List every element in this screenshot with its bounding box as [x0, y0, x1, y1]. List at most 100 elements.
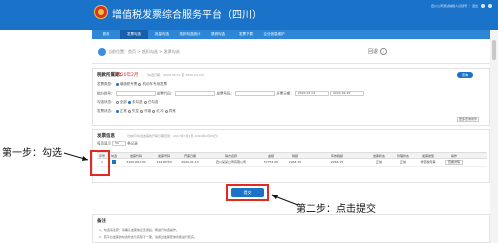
header-icons: [481, 4, 492, 8]
invoice-status-radio-void[interactable]: [140, 109, 144, 113]
invoice-number-input[interactable]: [235, 91, 276, 96]
main-nav: 首页 发票勾选 批量勾选 抵扣勾选统计 退税勾选 发票下载 企业信息维护: [92, 30, 498, 39]
step2-arrowhead-icon: [272, 195, 278, 199]
invoice-status-radio-normal[interactable]: [115, 109, 119, 113]
nav-item-company[interactable]: 企业信息维护: [260, 30, 288, 39]
row-select-checkbox[interactable]: [112, 160, 116, 164]
row-action-cell: 查看详情: [441, 159, 467, 166]
invoice-status-radio-red[interactable]: [152, 109, 156, 113]
user-icon[interactable]: [481, 4, 485, 8]
date-label: 开票日期：: [276, 91, 294, 96]
status-radio-unselected[interactable]: [127, 100, 131, 104]
invoice-type-row: 发票类型： 增值税专票 机动车专用发票: [97, 82, 167, 87]
nav-item-download[interactable]: 发票下载: [232, 30, 260, 39]
more-conditions-button[interactable]: 更多查询条件: [457, 117, 479, 122]
back-arrow-icon: ‹: [380, 48, 388, 55]
scrollbar-thumb[interactable]: [492, 40, 496, 60]
notes-title: 备注: [97, 219, 106, 224]
col-invoice-date: 开票日期: [183, 154, 196, 158]
status-option-all: 全部: [119, 100, 127, 104]
nav-item-home[interactable]: 首页: [92, 30, 120, 39]
date-from-input[interactable]: 2020-01-01: [294, 91, 329, 96]
invoice-status-option-void: 作废: [144, 109, 152, 113]
seller-taxid-input[interactable]: [115, 91, 156, 96]
nav-item-refund[interactable]: 退税勾选: [204, 30, 232, 39]
row-tax: 2264.15: [288, 160, 302, 164]
col-invoice-number: 发票号码: [157, 154, 170, 158]
breadcrumb: 当前位置：首页 > 抵扣勾选 > 发票勾选: [108, 49, 180, 54]
status-label: 勾选状态：: [97, 100, 115, 104]
notes-panel: 备注 1、勾选请注意：请确认发票信息无误后，再进行勾选操作。 2、若平台发票的勾…: [92, 214, 490, 243]
invoice-status-option-uncontrolled: 失控: [132, 109, 139, 113]
note-line-1: 1、勾选请注意：请确认发票信息无误后，再进行勾选操作。: [99, 228, 179, 232]
filter-row-3: 发票状态： 正常 失控 作废 红冲 异常: [97, 109, 176, 114]
invoice-type-radio-vehicle[interactable]: [138, 82, 142, 86]
invoice-status-radio-abnormal[interactable]: [164, 109, 168, 113]
seller-taxid-label: 销方税号：: [97, 91, 115, 96]
col-manage-status: 管理状态: [396, 154, 409, 158]
invoice-status-label: 发票状态：: [97, 109, 115, 113]
status-radio-all[interactable]: [115, 100, 119, 104]
invoice-status-option-red: 红冲: [156, 109, 164, 113]
nav-item-batch-select[interactable]: 批量勾选: [148, 30, 176, 39]
date-to-input[interactable]: 2020-02-29: [330, 91, 364, 96]
row-amount: 57755.00: [263, 160, 279, 164]
invoice-table-note: （当前可勾选发票的开票日期范围：2017年7月1日-2020年2月29日）: [125, 134, 220, 138]
user-info[interactable]: 四川公司测试纳税人识别号 ｜ 退出: [431, 4, 478, 8]
invoice-status-option-normal: 正常: [119, 109, 127, 113]
filter-row-1: 销方税号： 发票代码： 发票号码： 开票日期： 2020-01-01 2020-…: [97, 91, 364, 97]
invoice-table: 序号 勾选 发票代码 发票号码 开票日期 销方名称 金额 税额 有效税额 发票状…: [97, 152, 487, 167]
scrollbar-track[interactable]: [490, 30, 498, 243]
page-size-control: 每页显示 50 条记录: [97, 141, 138, 147]
status-radio-selected[interactable]: [143, 100, 147, 104]
col-amount: 金额: [267, 154, 274, 158]
query-button[interactable]: 查询: [457, 72, 473, 78]
invoice-code-label: 发票代码：: [156, 91, 175, 96]
step1-annotation: 第一步：勾选: [2, 148, 62, 159]
col-invoice-type: 发票类型: [421, 154, 434, 158]
app-title: 增值税发票综合服务平台（四川）: [112, 10, 262, 21]
status-option-selected: 已勾选: [147, 100, 159, 104]
invoice-number-label: 发票号码：: [216, 91, 235, 96]
step2-arrow: [271, 194, 299, 206]
breadcrumb-bar: 当前位置：首页 > 抵扣勾选 > 发票勾选 回退 ‹: [92, 40, 490, 64]
invoice-code-input[interactable]: [175, 91, 216, 96]
col-valid-tax: 有效税额: [330, 154, 343, 158]
col-action: 操作: [450, 154, 457, 158]
col-tax: 税额: [291, 154, 298, 158]
row-manage-status: 正常: [399, 160, 406, 164]
page-size-select[interactable]: 50: [112, 141, 127, 146]
invoice-type-option-vehicle: 机动车专用发票: [142, 82, 168, 86]
national-emblem-icon: [94, 5, 108, 19]
row-invoice-date: 2020-01-13: [181, 160, 199, 164]
app: 增值税发票综合服务平台（四川） 四川公司测试纳税人识别号 ｜ 退出 首页 发票勾…: [0, 0, 498, 243]
invoice-status-option-abnormal: 异常: [168, 109, 176, 113]
table-row: 1 5100191130 12418750 2020-01-13 四川某某公司有…: [97, 159, 487, 167]
invoice-type-label: 发票类型：: [97, 82, 115, 86]
row-invoice-type: 增值税专票: [420, 160, 436, 164]
col-invoice-status: 发票状态: [372, 154, 385, 158]
page-size-suffix: 条记录: [127, 141, 138, 146]
submit-button[interactable]: 提交: [231, 188, 264, 197]
invoice-type-radio-vat[interactable]: [115, 82, 119, 86]
select-highlight-box: [90, 150, 110, 176]
invoice-status-radio-uncontrolled[interactable]: [127, 109, 131, 113]
view-detail-button[interactable]: 查看详情: [444, 160, 463, 165]
row-invoice-code: 5100191130: [126, 160, 146, 164]
nav-item-invoice-select[interactable]: 发票勾选: [120, 30, 148, 39]
table-header: 序号 勾选 发票代码 发票号码 开票日期 销方名称 金额 税额 有效税额 发票状…: [97, 152, 487, 159]
status-option-unselected: 未勾选: [132, 100, 143, 104]
row-seller-name: 四川某某公司有限公司: [215, 160, 246, 164]
home-icon: [98, 48, 106, 56]
back-button[interactable]: 回退 ‹: [368, 48, 388, 55]
nav-item-statistics[interactable]: 抵扣勾选统计: [176, 30, 204, 39]
row-invoice-number: 12418750: [156, 160, 172, 164]
step2-annotation: 第二步：点击提交: [296, 204, 376, 215]
invoice-table-panel: 发票信息 （当前可勾选发票的开票日期范围：2017年7月1日-2020年2月29…: [92, 129, 490, 183]
page-size-label: 每页显示: [97, 141, 111, 146]
back-label: 回退: [368, 49, 379, 55]
row-valid-tax[interactable]: 2264.15: [307, 159, 367, 166]
col-invoice-code: 发票代码: [129, 154, 142, 158]
logout-icon[interactable]: [488, 4, 492, 8]
period-note: （勾选日期：2020-03-01 至 2020-03-16）: [145, 73, 206, 77]
